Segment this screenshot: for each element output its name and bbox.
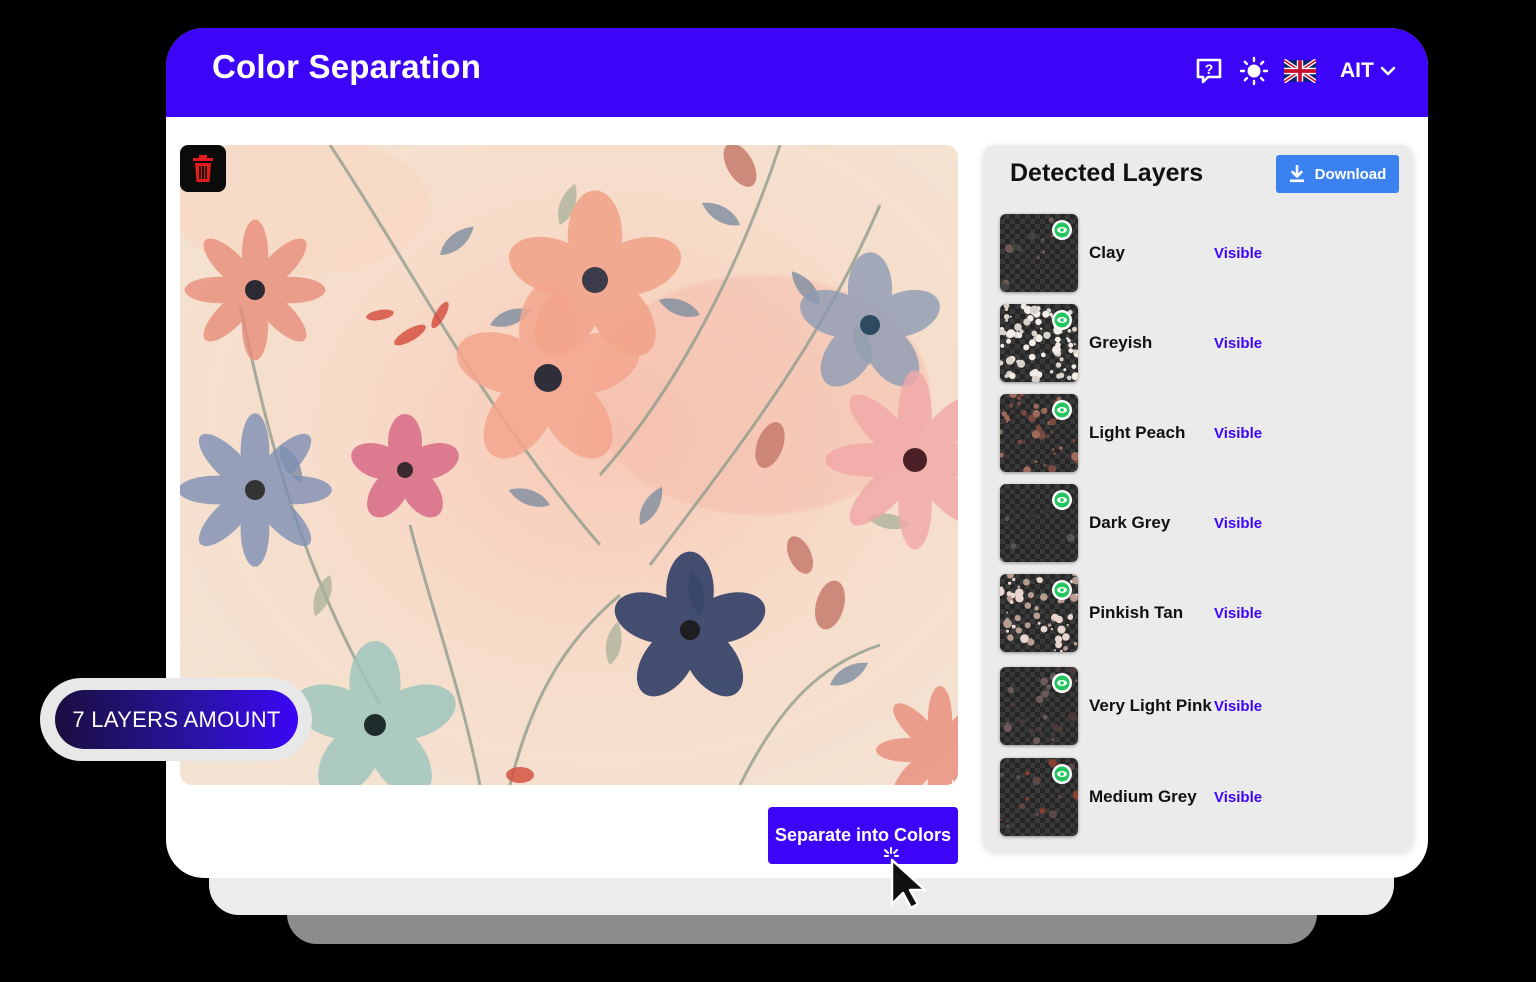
eye-icon[interactable] [1052, 764, 1072, 784]
layer-row[interactable]: Light Peach Visible [1000, 394, 1400, 474]
layer-visibility-toggle[interactable]: Visible [1214, 789, 1262, 806]
layer-name: Pinkish Tan [1089, 603, 1184, 622]
layer-row[interactable]: Medium Grey Visible [1000, 758, 1400, 838]
layer-thumbnail[interactable] [1000, 394, 1078, 472]
layer-thumbnail[interactable] [1000, 484, 1078, 562]
sun-icon[interactable] [1237, 54, 1271, 88]
eye-icon[interactable] [1052, 673, 1072, 693]
layer-visibility-toggle[interactable]: Visible [1214, 245, 1262, 262]
layer-name: Dark Grey [1089, 513, 1171, 532]
download-label: Download [1314, 165, 1387, 183]
svg-text:?: ? [1205, 61, 1214, 77]
eye-icon[interactable] [1052, 220, 1072, 240]
eye-icon[interactable] [1052, 580, 1072, 600]
layer-name: Clay [1089, 243, 1125, 262]
language-label: AIT [1340, 59, 1374, 82]
layer-visibility-toggle[interactable]: Visible [1214, 605, 1262, 622]
layer-row[interactable]: Dark Grey Visible [1000, 484, 1400, 564]
layer-visibility-toggle[interactable]: Visible [1214, 698, 1262, 715]
layer-visibility-toggle[interactable]: Visible [1214, 425, 1262, 442]
app-header: Color Separation ? AIT [166, 28, 1428, 117]
layer-row[interactable]: Clay Visible [1000, 214, 1400, 294]
layer-thumbnail[interactable] [1000, 574, 1078, 652]
language-select[interactable]: AIT [1340, 55, 1396, 87]
layer-thumbnail[interactable] [1000, 667, 1078, 745]
layer-name: Light Peach [1089, 423, 1186, 442]
eye-icon[interactable] [1052, 400, 1072, 420]
help-chat-icon[interactable]: ? [1192, 54, 1226, 88]
download-button[interactable]: Download [1276, 155, 1399, 193]
layer-visibility-toggle[interactable]: Visible [1214, 335, 1262, 352]
layer-thumbnail[interactable] [1000, 214, 1078, 292]
layer-name: Very Light Pink [1089, 696, 1212, 715]
app-window: Color Separation ? AIT Separate into Col… [166, 28, 1428, 878]
layers-amount-badge: 7 LAYERS AMOUNT [55, 690, 298, 749]
layer-name: Medium Grey [1089, 787, 1197, 806]
download-icon [1289, 165, 1304, 183]
layer-name: Greyish [1089, 333, 1153, 352]
chevron-down-icon [1380, 66, 1396, 76]
layer-visibility-toggle[interactable]: Visible [1214, 515, 1262, 532]
mouse-pointer-icon [883, 846, 936, 915]
uk-flag-icon[interactable] [1283, 54, 1317, 88]
layer-thumbnail[interactable] [1000, 758, 1078, 836]
panel-title: Detected Layers [1010, 159, 1204, 187]
page-title: Color Separation [212, 48, 482, 85]
layer-row[interactable]: Greyish Visible [1000, 304, 1400, 384]
layer-thumbnail[interactable] [1000, 304, 1078, 382]
eye-icon[interactable] [1052, 310, 1072, 330]
trash-icon [193, 154, 213, 182]
layer-row[interactable]: Very Light Pink Visible [1000, 667, 1400, 747]
detected-layers-panel: Detected Layers Download Clay Visible Grey… [983, 145, 1413, 851]
eye-icon[interactable] [1052, 490, 1072, 510]
delete-button[interactable] [180, 145, 226, 192]
layer-row[interactable]: Pinkish Tan Visible [1000, 574, 1400, 654]
